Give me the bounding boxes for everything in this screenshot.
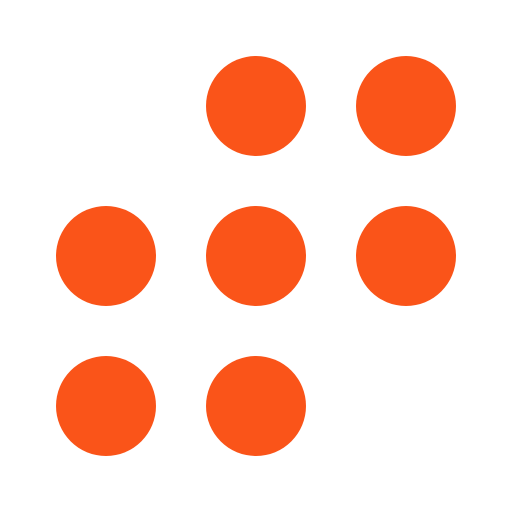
logo-dot-r3-c1 <box>56 356 156 456</box>
logo-dot-r2-c2 <box>206 206 306 306</box>
logo-dot-r2-c1 <box>56 206 156 306</box>
logo-dot-r1-c2 <box>206 56 306 156</box>
logo-dot-r2-c3 <box>356 206 456 306</box>
logo-dot-r1-c3 <box>356 56 456 156</box>
logo-dot-r3-c2 <box>206 356 306 456</box>
logo-canvas <box>0 0 512 512</box>
